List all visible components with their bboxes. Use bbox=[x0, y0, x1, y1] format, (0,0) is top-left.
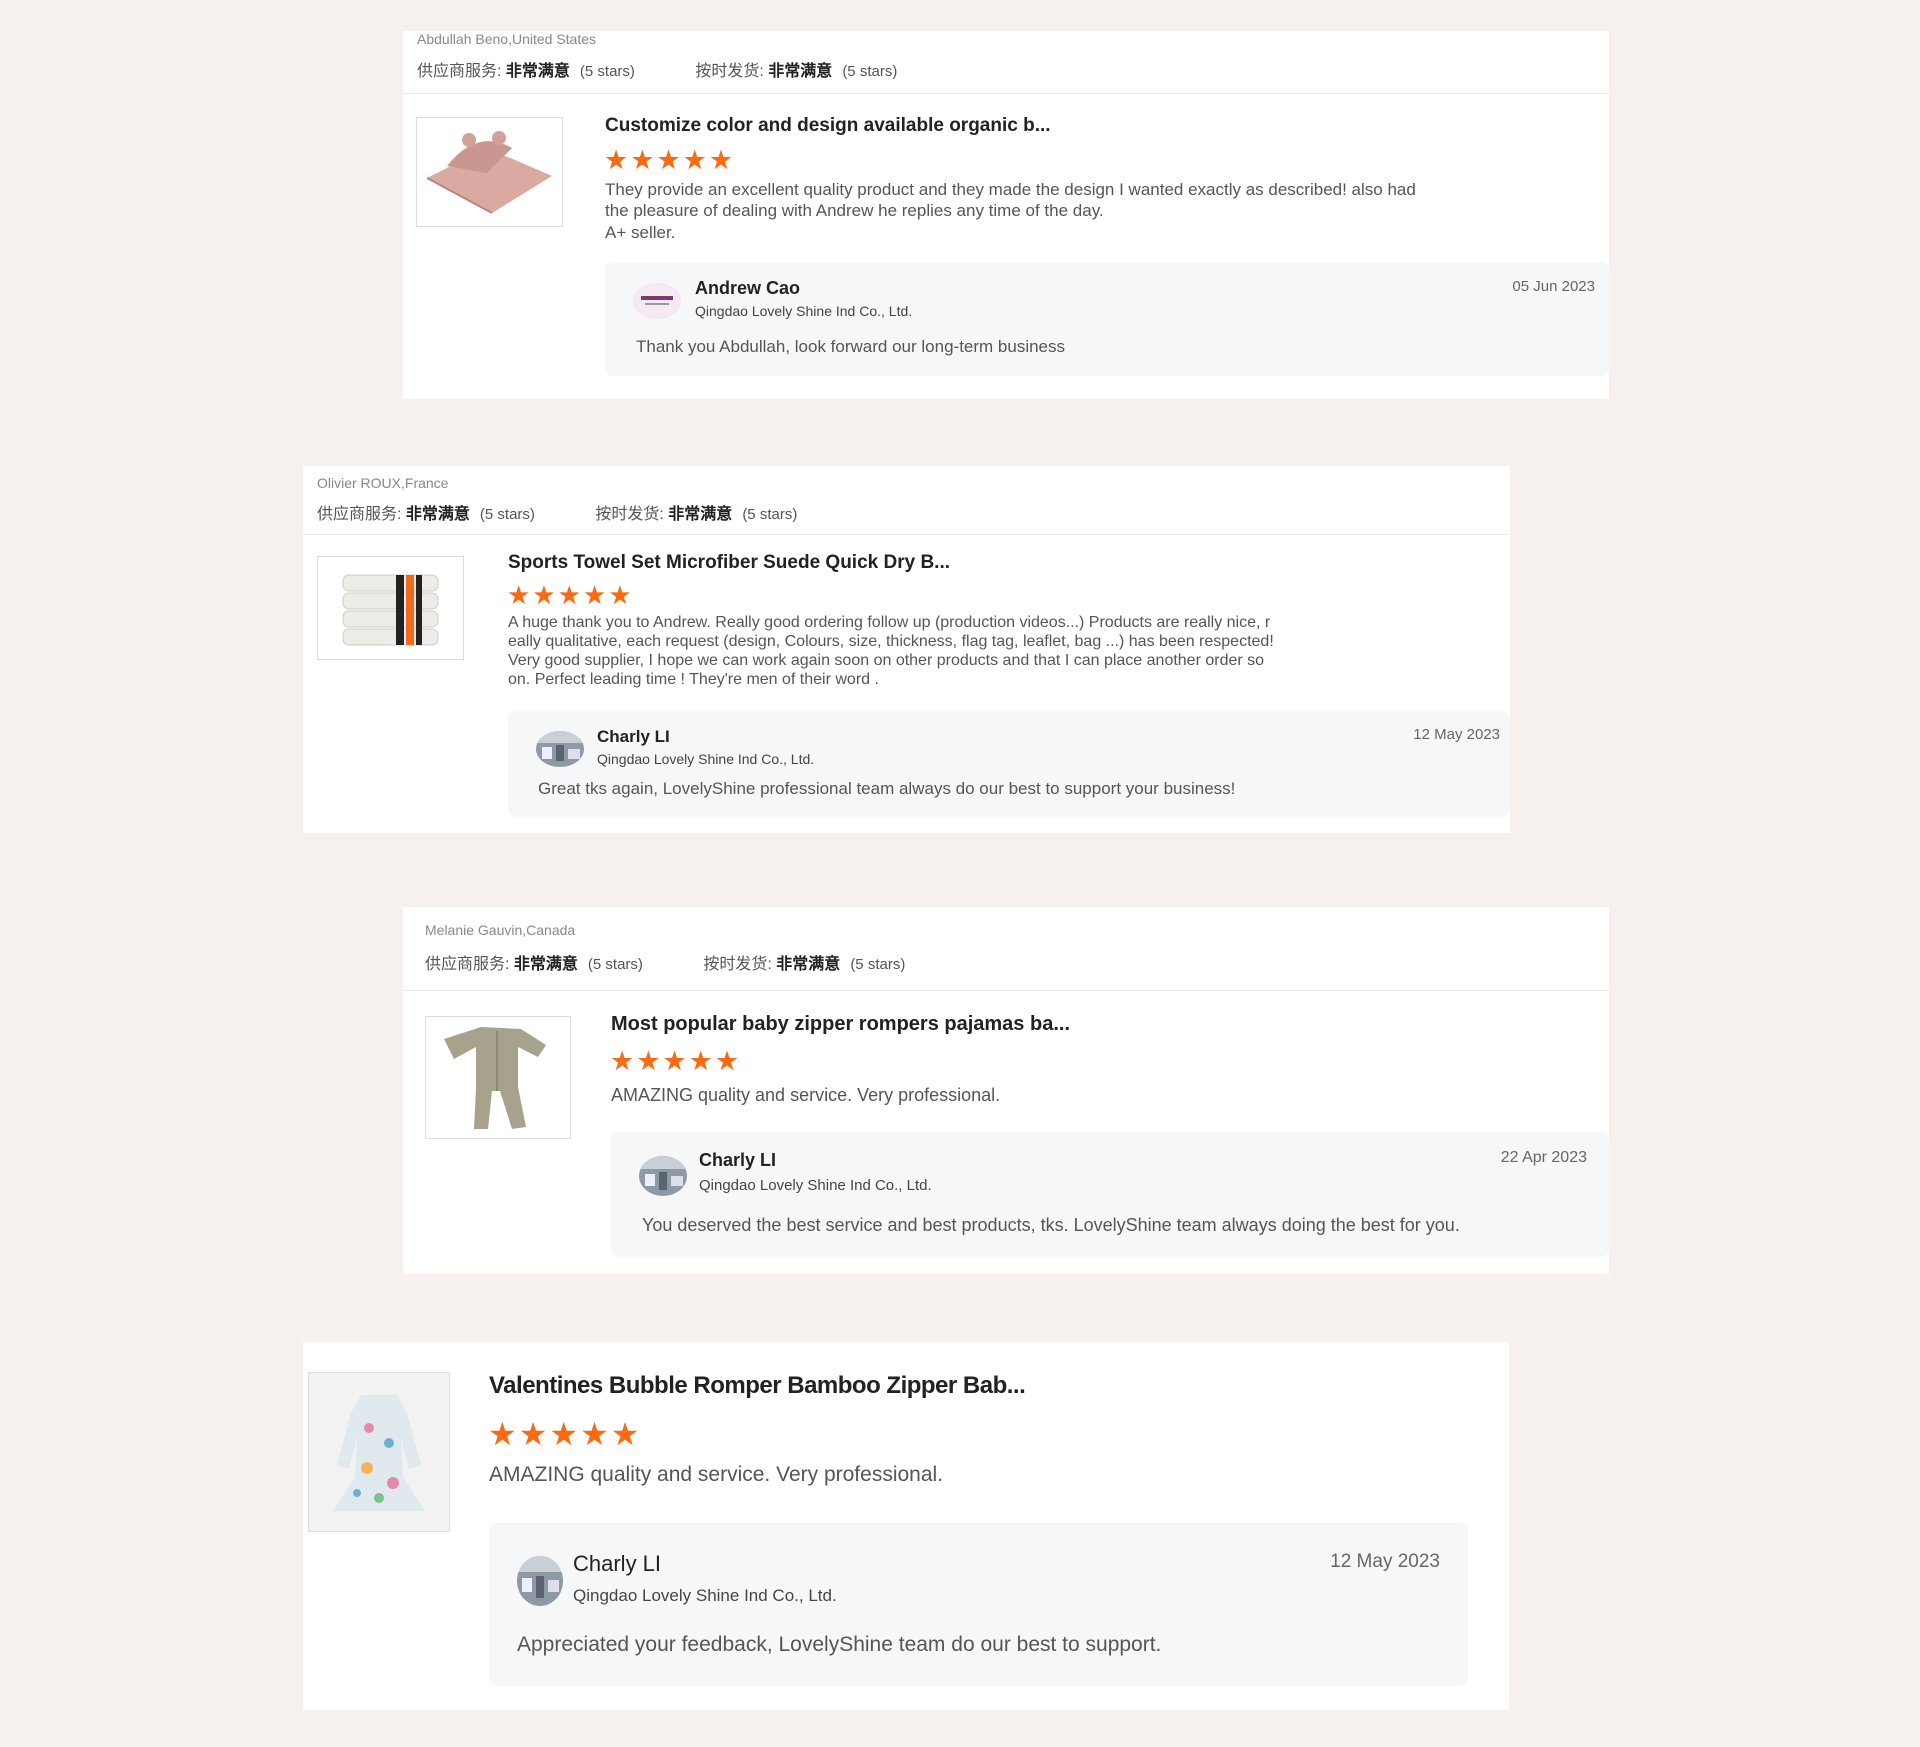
review-card: Abdullah Beno,United States 供应商服务: 非常满意(… bbox=[403, 31, 1609, 399]
product-title[interactable]: Most popular baby zipper rompers pajamas… bbox=[611, 1013, 1070, 1036]
star-rating: ★★★★★ bbox=[507, 580, 634, 610]
reply-message: Great tks again, LovelyShine professiona… bbox=[538, 779, 1236, 798]
review-text: AMAZING quality and service. Very profes… bbox=[489, 1463, 944, 1486]
supplier-reply: Charly LI Qingdao Lovely Shine Ind Co., … bbox=[508, 711, 1510, 817]
review-card: Valentines Bubble Romper Bamboo Zipper B… bbox=[303, 1342, 1509, 1710]
review-meta: Abdullah Beno,United States 供应商服务: 非常满意(… bbox=[403, 31, 1609, 94]
review-text: AMAZING quality and service. Very profes… bbox=[611, 1085, 1001, 1105]
star-rating: ★★★★★ bbox=[488, 1416, 642, 1452]
review-meta: Olivier ROUX,France 供应商服务: 非常满意 (5 stars)… bbox=[303, 466, 1510, 535]
replier-company: Qingdao Lovely Shine Ind Co., Ltd. bbox=[597, 751, 815, 767]
hooded-towel-icon[interactable] bbox=[416, 117, 563, 227]
rating-summary: 供应商服务: 非常满意 (5 stars) 按时发货: 非常满意 (5 stars) bbox=[417, 57, 953, 81]
towel-stack-icon[interactable] bbox=[317, 556, 464, 660]
supplier-service-rating: 供应商服务: 非常满意 (5 stars) bbox=[417, 63, 635, 80]
replier-company: Qingdao Lovely Shine Ind Co., Ltd. bbox=[699, 1177, 932, 1194]
supplier-reply: Charly LI Qingdao Lovely Shine Ind Co., … bbox=[489, 1523, 1468, 1686]
buyer-name: Olivier ROUX,France bbox=[317, 475, 449, 491]
factory-photo-avatar bbox=[536, 731, 584, 767]
buyer-name: Melanie Gauvin,Canada bbox=[425, 922, 576, 938]
floral-dress-icon[interactable] bbox=[308, 1372, 450, 1532]
baby-romper-icon[interactable] bbox=[425, 1016, 571, 1139]
on-time-delivery-rating: 按时发货: 非常满意 (5 stars) bbox=[703, 956, 906, 973]
reply-date: 12 May 2023 bbox=[1330, 1551, 1440, 1572]
reply-message: Thank you Abdullah, look forward our lon… bbox=[636, 337, 1066, 356]
reply-date: 22 Apr 2023 bbox=[1500, 1149, 1587, 1166]
rating-summary: 供应商服务: 非常满意 (5 stars) 按时发货: 非常满意 (5 stars) bbox=[425, 950, 961, 974]
replier-name: Charly LI bbox=[597, 727, 670, 746]
star-rating: ★★★★★ bbox=[610, 1046, 742, 1076]
reply-date: 05 Jun 2023 bbox=[1512, 278, 1595, 295]
review-text: A huge thank you to Andrew. Really good … bbox=[508, 614, 1274, 688]
supplier-service-rating: 供应商服务: 非常满意 (5 stars) bbox=[425, 956, 643, 973]
supplier-reply: Charly LI Qingdao Lovely Shine Ind Co., … bbox=[611, 1132, 1609, 1257]
supplier-service-rating: 供应商服务: 非常满意 (5 stars) bbox=[317, 506, 535, 523]
rating-summary: 供应商服务: 非常满意 (5 stars) 按时发货: 非常满意 (5 stars) bbox=[317, 500, 853, 524]
replier-name: Charly LI bbox=[573, 1551, 662, 1576]
on-time-delivery-rating: 按时发货: 非常满意 (5 stars) bbox=[695, 63, 898, 80]
replier-company: Qingdao Lovely Shine Ind Co., Ltd. bbox=[695, 303, 913, 319]
review-text: They provide an excellent quality produc… bbox=[605, 180, 1416, 242]
review-card: Olivier ROUX,France 供应商服务: 非常满意 (5 stars)… bbox=[303, 466, 1510, 833]
replier-name: Charly LI bbox=[699, 1150, 777, 1170]
review-meta: Melanie Gauvin,Canada 供应商服务: 非常满意 (5 star… bbox=[403, 907, 1609, 991]
review-card: Melanie Gauvin,Canada 供应商服务: 非常满意 (5 star… bbox=[403, 907, 1609, 1274]
replier-company: Qingdao Lovely Shine Ind Co., Ltd. bbox=[573, 1586, 837, 1605]
product-title[interactable]: Valentines Bubble Romper Bamboo Zipper B… bbox=[489, 1372, 1026, 1400]
supplier-reply: Andrew Cao Qingdao Lovely Shine Ind Co.,… bbox=[605, 262, 1609, 376]
reply-date: 12 May 2023 bbox=[1413, 726, 1500, 743]
reply-message: You deserved the best service and best p… bbox=[642, 1215, 1460, 1235]
buyer-name: Abdullah Beno,United States bbox=[417, 31, 597, 47]
on-time-delivery-rating: 按时发货: 非常满意 (5 stars) bbox=[595, 506, 798, 523]
product-title[interactable]: Customize color and design available org… bbox=[605, 115, 1051, 137]
factory-photo-avatar bbox=[517, 1556, 563, 1606]
replier-name: Andrew Cao bbox=[695, 278, 801, 298]
factory-photo-avatar bbox=[639, 1156, 687, 1196]
lovely-shine-logo-avatar bbox=[633, 283, 681, 319]
product-title[interactable]: Sports Towel Set Microfiber Suede Quick … bbox=[508, 552, 950, 574]
reply-message: Appreciated your feedback, LovelyShine t… bbox=[517, 1633, 1162, 1656]
star-rating: ★★★★★ bbox=[604, 145, 736, 175]
